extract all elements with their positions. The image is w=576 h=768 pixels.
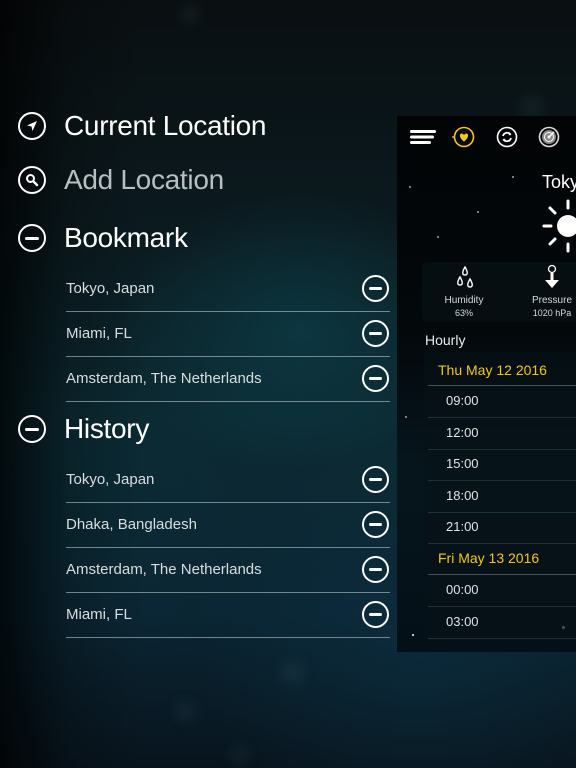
minus-icon [369, 332, 382, 335]
star-decoration [437, 236, 439, 238]
history-item[interactable]: Amsterdam, The Netherlands [66, 547, 390, 593]
hour-label: 09:00 [446, 393, 479, 408]
bookmark-section-header[interactable]: Bookmark [18, 221, 188, 255]
hour-label: 12:00 [446, 425, 479, 440]
droplets-icon [457, 266, 473, 288]
history-item-label: Miami, FL [66, 606, 132, 623]
hourly-row[interactable]: 09:00 [428, 386, 576, 418]
history-item[interactable]: Tokyo, Japan [66, 457, 390, 503]
pressure-value: 1020 hPa [532, 308, 572, 318]
day-header: Thu May 12 2016 [438, 362, 547, 378]
history-label: History [64, 413, 150, 444]
minus-icon [369, 478, 382, 481]
radar-button[interactable] [538, 126, 560, 148]
current-location-button[interactable]: Current Location [18, 109, 267, 143]
minus-icon [369, 568, 382, 571]
current-location-label: Current Location [64, 110, 267, 141]
hour-label: 00:00 [446, 582, 479, 597]
humidity-value: 63% [454, 308, 473, 318]
history-item-label: Dhaka, Bangladesh [66, 516, 197, 533]
day-header: Fri May 13 2016 [438, 550, 540, 566]
minus-circle-icon [18, 415, 46, 443]
remove-history-button[interactable] [362, 556, 389, 583]
radar-icon [538, 126, 560, 148]
weather-panel[interactable]: Tokyo Humidity 63% Pressure 1020 hPa [397, 116, 576, 652]
history-section-header[interactable]: History [18, 412, 149, 446]
heart-icon [453, 126, 475, 148]
hourly-row[interactable]: 18:00 [428, 481, 576, 513]
pressure-gauge-icon [545, 264, 559, 288]
bookmark-item-label: Miami, FL [66, 325, 132, 342]
remove-bookmark-button[interactable] [362, 320, 389, 347]
star-decoration [477, 211, 479, 213]
remove-bookmark-button[interactable] [362, 365, 389, 392]
history-item[interactable]: Miami, FL [66, 592, 390, 638]
sun-icon [542, 199, 576, 253]
hourly-row[interactable]: 12:00 [428, 418, 576, 450]
star-decoration [512, 176, 514, 178]
minus-icon [369, 377, 382, 380]
city-name: Tokyo [542, 172, 576, 192]
weather-stats: Humidity 63% Pressure 1020 hPa [422, 262, 576, 322]
pressure-stat: Pressure 1020 hPa [512, 262, 576, 318]
minus-icon [369, 523, 382, 526]
history-item-label: Tokyo, Japan [66, 471, 155, 488]
humidity-label: Humidity [444, 295, 484, 306]
favorite-button[interactable] [453, 126, 475, 148]
hourly-row[interactable]: 03:00 [428, 607, 576, 639]
location-menu: Current Location Add Location Bookmark T… [0, 0, 400, 768]
pressure-label: Pressure [531, 295, 572, 306]
star-decoration [405, 416, 407, 418]
hourly-row[interactable]: 00:00 [428, 575, 576, 607]
remove-history-button[interactable] [362, 466, 389, 493]
refresh-button[interactable] [496, 126, 518, 148]
hourly-row[interactable]: 15:00 [428, 449, 576, 481]
hour-label: 15:00 [446, 456, 479, 471]
location-arrow-icon [18, 112, 46, 140]
bookmark-item[interactable]: Miami, FL [66, 311, 390, 357]
history-item-label: Amsterdam, The Netherlands [66, 561, 262, 578]
search-icon [18, 166, 46, 194]
hour-label: 03:00 [446, 614, 479, 629]
hourly-forecast-list[interactable]: Thu May 12 2016 09:00 12:00 15:00 18:00 … [424, 352, 576, 642]
bookmark-item[interactable]: Amsterdam, The Netherlands [66, 356, 390, 402]
bookmark-label: Bookmark [64, 222, 188, 253]
add-location-button[interactable]: Add Location [18, 163, 224, 197]
minus-icon [369, 287, 382, 290]
remove-bookmark-button[interactable] [362, 275, 389, 302]
bookmark-item-label: Tokyo, Japan [66, 280, 155, 297]
menu-button[interactable] [409, 126, 436, 148]
minus-icon [369, 613, 382, 616]
add-location-label: Add Location [64, 164, 224, 195]
star-decoration [412, 634, 414, 636]
history-item[interactable]: Dhaka, Bangladesh [66, 502, 390, 548]
bookmark-item[interactable]: Tokyo, Japan [66, 266, 390, 312]
humidity-stat: Humidity 63% [424, 262, 504, 318]
hour-label: 21:00 [446, 519, 479, 534]
star-decoration [409, 186, 411, 188]
hour-label: 18:00 [446, 488, 479, 503]
remove-history-button[interactable] [362, 511, 389, 538]
hourly-row[interactable]: 21:00 [428, 512, 576, 544]
remove-history-button[interactable] [362, 601, 389, 628]
refresh-icon [496, 126, 518, 148]
bookmark-item-label: Amsterdam, The Netherlands [66, 370, 262, 387]
minus-circle-icon [18, 224, 46, 252]
hourly-title: Hourly [425, 332, 466, 348]
menu-icon [410, 130, 436, 144]
